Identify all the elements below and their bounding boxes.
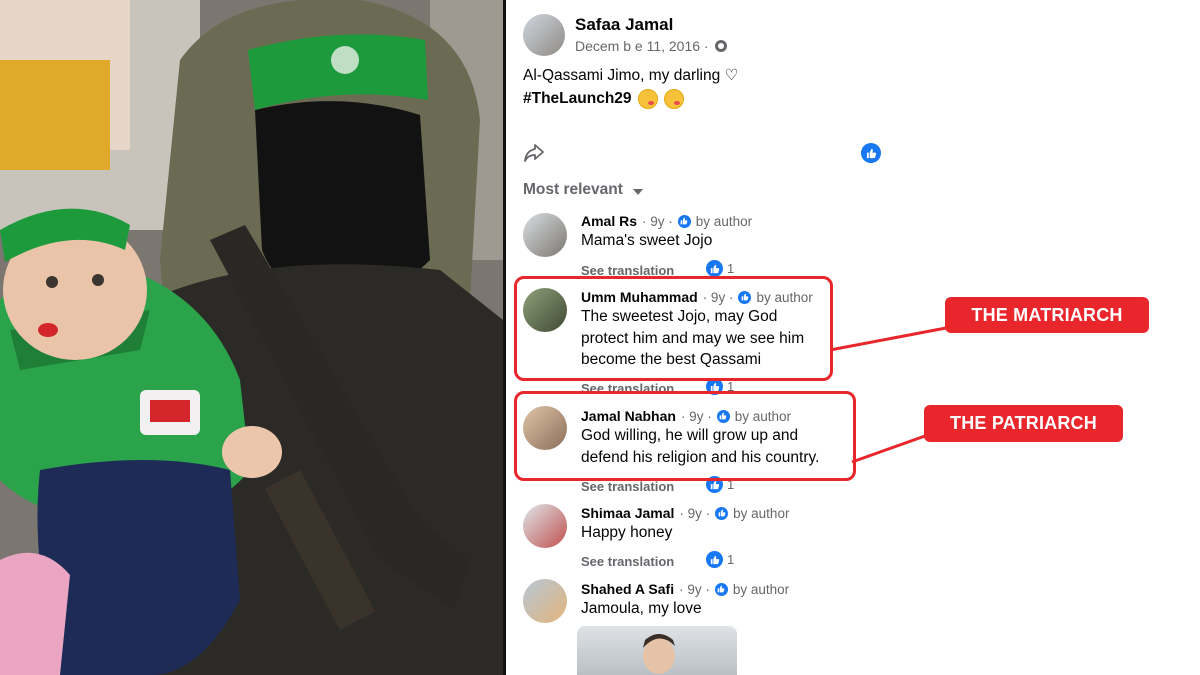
matriarch-connector-line [829,326,947,352]
callout-connectors [829,326,947,464]
callout-matriarch: THE MATRIARCH [945,297,1149,333]
patriarch-connector-line [851,434,926,464]
callout-patriarch: THE PATRIARCH [924,405,1123,442]
